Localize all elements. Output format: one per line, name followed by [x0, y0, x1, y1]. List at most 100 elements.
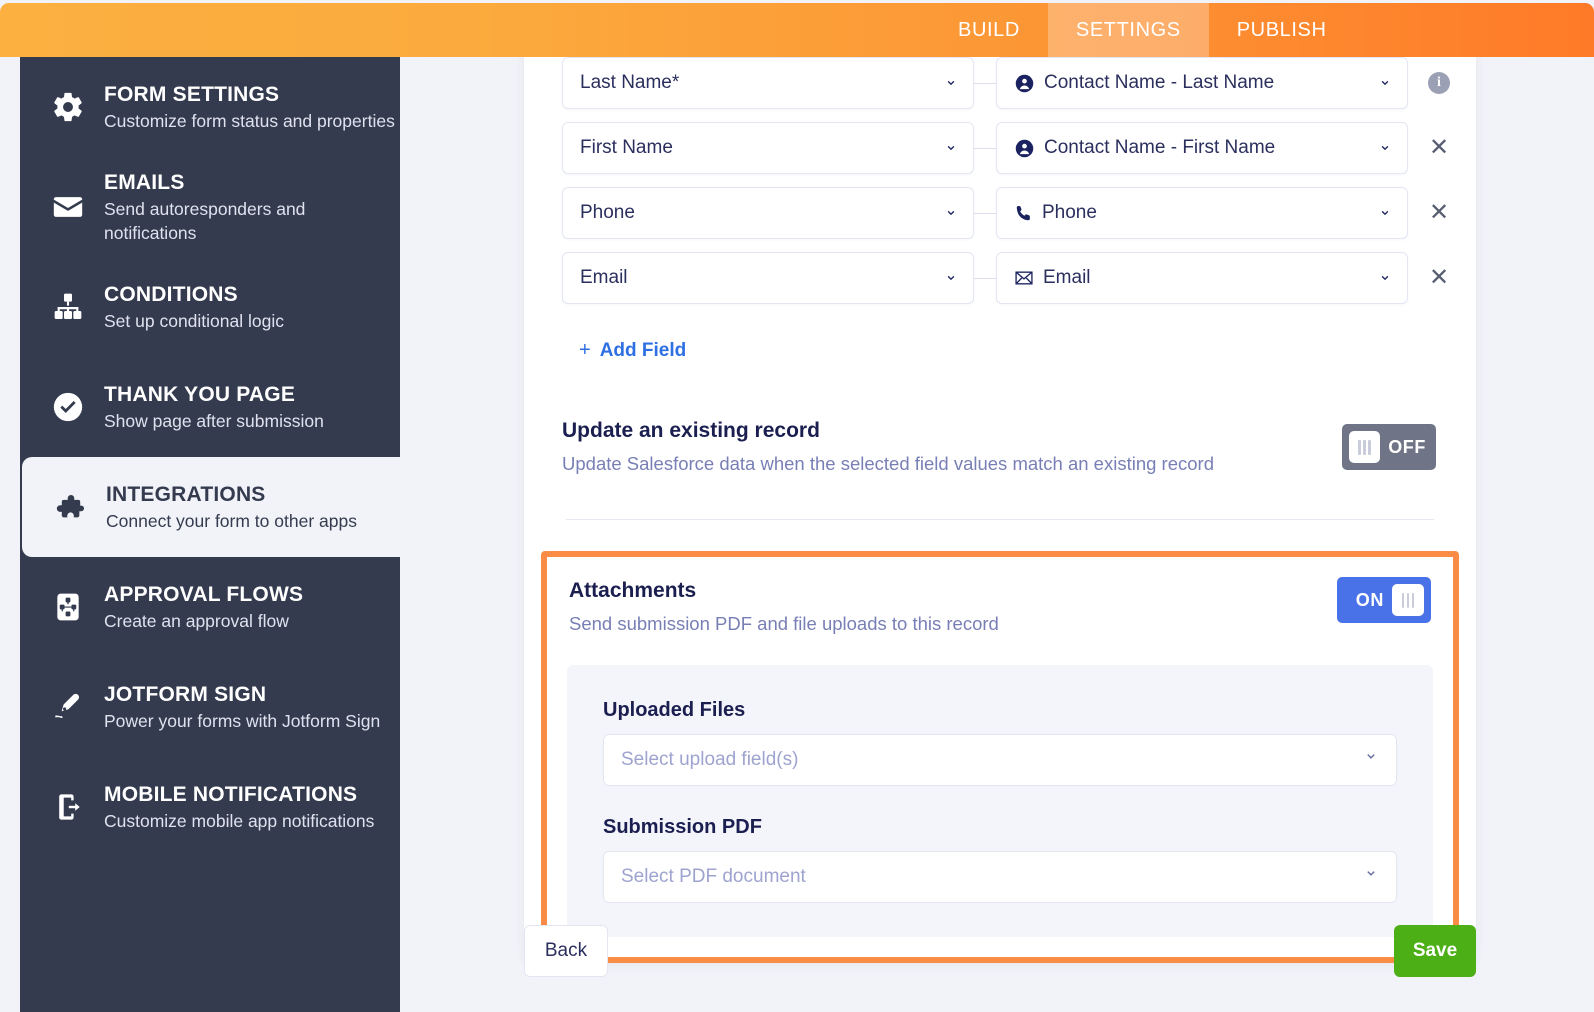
row-action-cell: ✕	[1408, 265, 1470, 291]
sidebar-item-title: FORM SETTINGS	[104, 82, 280, 106]
submission-pdf-placeholder: Select PDF document	[621, 866, 806, 887]
uploaded-files-label: Uploaded Files	[603, 699, 746, 721]
salesforce-field-select[interactable]: Email	[996, 252, 1408, 304]
row-action-cell: ✕	[1408, 200, 1470, 226]
sidebar-item-text: INTEGRATIONS Connect your form to other …	[106, 482, 357, 533]
puzzle-icon	[48, 485, 92, 529]
form-field-value: Email	[580, 267, 628, 288]
salesforce-field-value: Contact Name - Last Name	[1044, 72, 1275, 93]
sidebar-item-title: JOTFORM SIGN	[104, 682, 267, 706]
integration-settings-card: Last Name* Contact Name - Last Name i Fi…	[524, 57, 1476, 963]
row-action-cell: i	[1408, 72, 1470, 94]
tab-publish[interactable]: PUBLISH	[1209, 3, 1355, 57]
update-record-toggle[interactable]: OFF	[1342, 424, 1436, 470]
uploaded-files-select[interactable]: Select upload field(s)	[603, 734, 1397, 786]
form-field-select[interactable]: Phone	[562, 187, 974, 239]
form-field-select[interactable]: Email	[562, 252, 974, 304]
chevron-down-icon	[1377, 270, 1393, 286]
chevron-down-icon	[1362, 865, 1380, 889]
submission-pdf-label: Submission PDF	[603, 816, 762, 838]
row-connector-line	[974, 82, 996, 84]
attachments-text: Attachments Send submission PDF and file…	[569, 577, 999, 637]
add-field-button[interactable]: + Add Field	[579, 339, 686, 362]
chevron-down-icon	[943, 75, 959, 91]
settings-sidebar: FORM SETTINGS Customize form status and …	[20, 57, 400, 1012]
row-connector-line	[974, 212, 996, 214]
sidebar-item-title: EMAILS	[104, 170, 185, 194]
approval-flow-icon	[46, 585, 90, 629]
row-action-cell: ✕	[1408, 135, 1470, 161]
sidebar-item-text: EMAILS Send autoresponders and notificat…	[104, 170, 400, 245]
sidebar-item-text: JOTFORM SIGN Power your forms with Jotfo…	[104, 682, 380, 733]
chevron-down-icon	[1377, 140, 1393, 156]
attachments-header: Attachments Send submission PDF and file…	[567, 575, 1433, 637]
sidebar-item-desc: Customize form status and properties	[104, 110, 395, 131]
chevron-down-icon	[1377, 205, 1393, 221]
main-content-area: Last Name* Contact Name - Last Name i Fi…	[400, 57, 1594, 1012]
form-field-select[interactable]: First Name	[562, 122, 974, 174]
sidebar-item-integrations[interactable]: INTEGRATIONS Connect your form to other …	[22, 457, 400, 557]
sidebar-item-title: THANK YOU PAGE	[104, 382, 296, 406]
form-field-select[interactable]: Last Name*	[562, 57, 974, 109]
sidebar-item-desc: Connect your form to other apps	[106, 510, 357, 531]
sidebar-item-form-settings[interactable]: FORM SETTINGS Customize form status and …	[20, 57, 400, 157]
phone-icon	[1014, 204, 1033, 223]
row-connector-line	[974, 277, 996, 279]
sidebar-item-desc: Set up conditional logic	[104, 310, 284, 331]
remove-row-icon[interactable]: ✕	[1426, 265, 1452, 291]
salesforce-field-select[interactable]: Contact Name - First Name	[996, 122, 1408, 174]
check-circle-icon	[46, 385, 90, 429]
sidebar-item-conditions[interactable]: CONDITIONS Set up conditional logic	[20, 257, 400, 357]
form-field-value: Last Name*	[580, 72, 680, 93]
sidebar-item-title: INTEGRATIONS	[106, 482, 266, 506]
attachments-section-highlighted: Attachments Send submission PDF and file…	[541, 551, 1459, 963]
chevron-down-icon	[1362, 748, 1380, 772]
mobile-notification-icon	[46, 785, 90, 829]
attachments-body: Uploaded Files Select upload field(s) Su…	[567, 665, 1433, 937]
sidebar-item-title: APPROVAL FLOWS	[104, 582, 304, 606]
chevron-down-icon	[1377, 75, 1393, 91]
salesforce-field-value: Phone	[1042, 202, 1097, 223]
save-button[interactable]: Save	[1394, 925, 1476, 977]
sidebar-item-thank-you-page[interactable]: THANK YOU PAGE Show page after submissio…	[20, 357, 400, 457]
uploaded-files-placeholder: Select upload field(s)	[621, 749, 799, 770]
salesforce-field-value: Email	[1043, 267, 1091, 288]
gear-icon	[46, 85, 90, 129]
remove-row-icon[interactable]: ✕	[1426, 135, 1452, 161]
sidebar-item-approval-flows[interactable]: APPROVAL FLOWS Create an approval flow	[20, 557, 400, 657]
back-button[interactable]: Back	[524, 925, 608, 977]
sidebar-item-desc: Power your forms with Jotform Sign	[104, 710, 381, 731]
sidebar-item-text: CONDITIONS Set up conditional logic	[104, 282, 284, 333]
contact-person-icon	[1014, 73, 1035, 94]
sidebar-item-jotform-sign[interactable]: JOTFORM SIGN Power your forms with Jotfo…	[20, 657, 400, 757]
tab-settings[interactable]: SETTINGS	[1047, 3, 1209, 57]
salesforce-field-select[interactable]: Contact Name - Last Name	[996, 57, 1408, 109]
sidebar-item-title: CONDITIONS	[104, 282, 238, 306]
sidebar-item-text: MOBILE NOTIFICATIONS Customize mobile ap…	[104, 782, 374, 833]
info-icon[interactable]: i	[1428, 72, 1450, 94]
update-record-desc: Update Salesforce data when the selected…	[562, 453, 1214, 474]
field-mapping-row: Last Name* Contact Name - Last Name i	[562, 57, 1450, 109]
attachments-toggle[interactable]: ON	[1337, 577, 1431, 623]
sidebar-item-text: APPROVAL FLOWS Create an approval flow	[104, 582, 303, 633]
salesforce-field-select[interactable]: Phone	[996, 187, 1408, 239]
jotform-settings-window: BUILD SETTINGS PUBLISH FORM SETTINGS Cus…	[0, 0, 1594, 1012]
tab-build[interactable]: BUILD	[930, 3, 1048, 57]
update-existing-record-section: Update an existing record Update Salesfo…	[562, 417, 1438, 477]
envelope-icon	[1014, 268, 1034, 288]
row-connector-line	[974, 147, 996, 149]
form-field-value: First Name	[580, 137, 673, 158]
attachments-desc: Send submission PDF and file uploads to …	[569, 613, 999, 634]
sitemap-icon	[46, 285, 90, 329]
sidebar-item-mobile-notifications[interactable]: MOBILE NOTIFICATIONS Customize mobile ap…	[20, 757, 400, 857]
sidebar-item-desc: Show page after submission	[104, 410, 324, 431]
attachments-title: Attachments	[569, 579, 697, 602]
toggle-state-label: ON	[1355, 589, 1384, 610]
submission-pdf-select[interactable]: Select PDF document	[603, 851, 1397, 903]
field-mapping-row: Email Email ✕	[562, 252, 1449, 304]
toggle-knob	[1349, 431, 1381, 463]
footer-actions: Back Save	[524, 925, 1476, 977]
remove-row-icon[interactable]: ✕	[1426, 200, 1452, 226]
sidebar-item-emails[interactable]: EMAILS Send autoresponders and notificat…	[20, 157, 400, 257]
